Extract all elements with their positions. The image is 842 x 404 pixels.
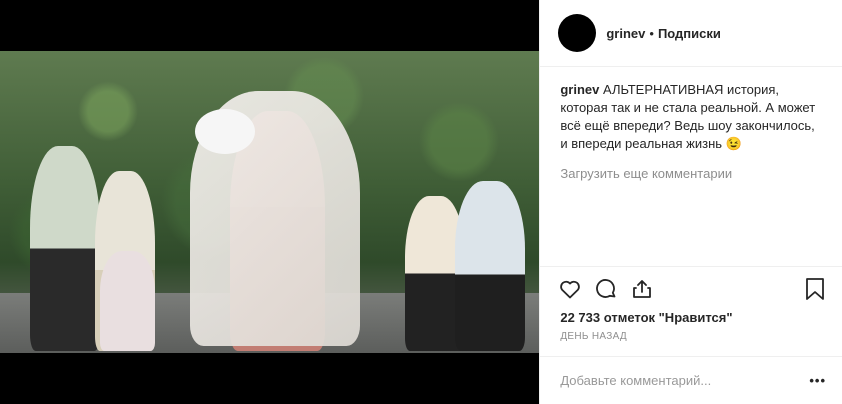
action-bar [540,266,842,310]
post-photo[interactable] [0,51,540,353]
post-container: grinev • Подписки grinev АЛЬТЕРНАТИВНАЯ … [0,0,842,404]
load-more-comments-link[interactable]: Загрузить еще комментарии [560,165,824,183]
heart-icon[interactable] [558,277,582,301]
avatar[interactable] [558,14,597,52]
photo-child [100,251,155,351]
post-sidebar: grinev • Подписки grinev АЛЬТЕРНАТИВНАЯ … [539,0,842,404]
photo-person-4 [455,181,525,351]
likes-count[interactable]: 22 733 отметок "Нравится" [540,310,842,331]
caption: grinev АЛЬТЕРНАТИВНАЯ история, которая т… [560,81,824,153]
post-media[interactable] [0,0,540,404]
add-comment-input[interactable]: Добавьте комментарий... [560,373,809,388]
username-link[interactable]: grinev [606,26,645,41]
caption-text: АЛЬТЕРНАТИВНАЯ история, которая так и не… [560,82,816,151]
comment-icon[interactable] [594,277,618,301]
more-options-icon[interactable]: ••• [809,373,826,388]
post-header: grinev • Подписки [540,0,842,67]
following-button[interactable]: Подписки [658,26,721,41]
photo-person-1 [30,146,100,351]
post-timestamp[interactable]: ДЕНЬ НАЗАД [540,331,842,356]
share-icon[interactable] [630,277,654,301]
comments-area: grinev АЛЬТЕРНАТИВНАЯ история, которая т… [540,67,842,266]
photo-bouquet [195,109,255,154]
caption-username[interactable]: grinev [560,82,599,97]
add-comment-bar: Добавьте комментарий... ••• [540,356,842,404]
separator-dot: • [649,25,654,41]
bookmark-icon[interactable] [804,277,826,301]
